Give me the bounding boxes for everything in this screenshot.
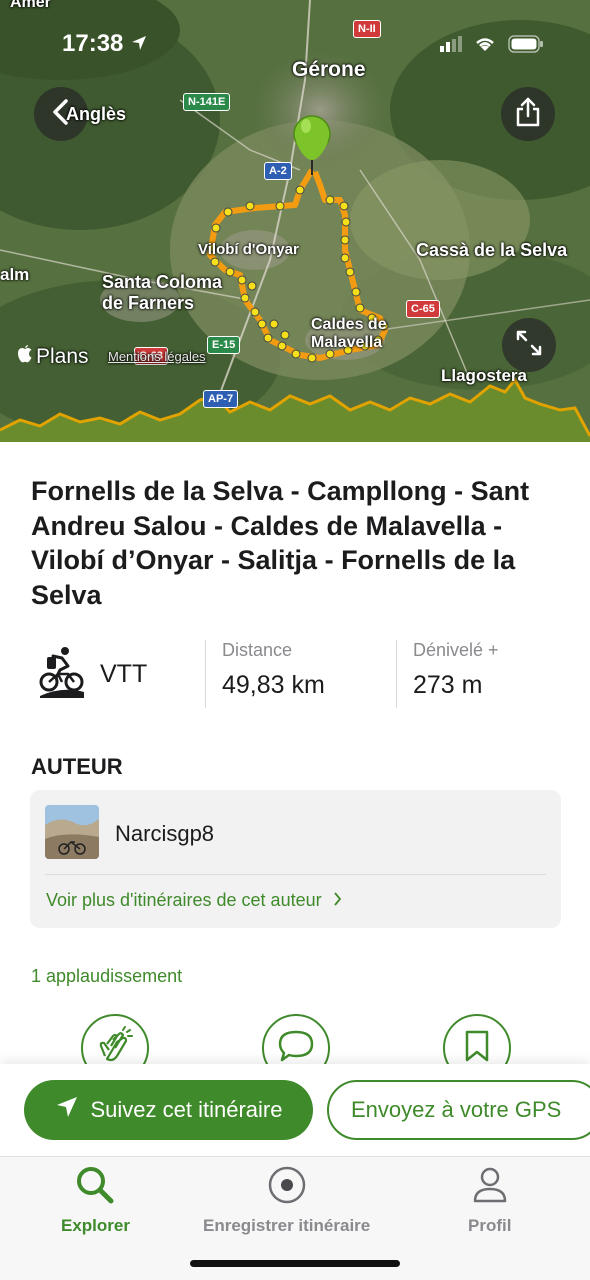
road-sign: N-141E (183, 93, 231, 111)
distance-label: Distance (222, 640, 293, 660)
author-avatar[interactable] (45, 805, 99, 859)
battery-icon (508, 35, 544, 58)
status-time: 17:38 (62, 30, 148, 59)
tab-label: Enregistrer itinéraire (203, 1216, 371, 1235)
place-label: Caldes de (311, 316, 387, 333)
expand-map-button[interactable] (502, 318, 556, 372)
distance-value: 49,83 km (222, 671, 325, 699)
search-icon (75, 1165, 115, 1210)
elevation-stat: Dénivelé + 273 m (413, 640, 499, 700)
record-icon (267, 1165, 307, 1210)
share-icon (515, 97, 541, 132)
author-name[interactable]: Narcisgp8 (115, 821, 214, 847)
more-routes-link[interactable]: Voir plus d'itinéraires de cet auteur (46, 890, 342, 911)
legal-link[interactable]: Mentions légales (108, 349, 206, 364)
expand-icon (514, 328, 544, 363)
place-label: Santa Coloma (102, 272, 223, 292)
cta-bar: Suivez cet itinéraire Envoyez à votre GP… (0, 1064, 590, 1156)
place-label-girona: Gérone (292, 58, 366, 81)
person-icon (470, 1165, 510, 1210)
status-icons (440, 35, 544, 58)
follow-route-button[interactable]: Suivez cet itinéraire (24, 1080, 313, 1140)
activity-type: VTT (38, 646, 147, 703)
activity-label: VTT (100, 660, 148, 688)
road-sign: A-2 (264, 162, 292, 180)
route-map[interactable]: 17:38 Amer Gérone Vilobí d'Onyar Cassà d… (0, 0, 590, 442)
location-arrow-icon (130, 31, 148, 59)
home-indicator (190, 1260, 400, 1267)
elevation-value: 273 m (413, 671, 483, 699)
author-card[interactable]: Narcisgp8 Voir plus d'itinéraires de cet… (30, 790, 561, 928)
bookmark-icon (464, 1030, 490, 1067)
place-label: Cassà de la Selva (416, 240, 568, 260)
place-label: Amer (10, 0, 51, 11)
follow-route-label: Suivez cet itinéraire (90, 1097, 283, 1122)
distance-stat: Distance 49,83 km (222, 640, 325, 700)
tab-explorer[interactable]: Explorer (61, 1165, 130, 1236)
send-to-gps-button[interactable]: Envoyez à votre GPS (327, 1080, 590, 1140)
road-sign: E-15 (207, 336, 241, 354)
applause-count[interactable]: 1 applaudissement (31, 966, 182, 987)
divider (396, 640, 397, 708)
road-sign: N-II (353, 20, 381, 38)
send-to-gps-label: Envoyez à votre GPS (351, 1097, 562, 1122)
divider (205, 640, 206, 708)
mountain-bike-icon (38, 646, 86, 703)
place-label: alm (0, 265, 30, 284)
wifi-icon (474, 36, 496, 57)
divider (45, 874, 546, 875)
route-stats: VTT Distance 49,83 km Dénivelé + 273 m (0, 638, 590, 710)
place-label: de Farners (102, 293, 195, 313)
road-sign: AP-7 (203, 390, 239, 408)
tab-record-route[interactable]: Enregistrer itinéraire (203, 1165, 370, 1236)
place-label: Malavella (311, 334, 383, 351)
signal-icon (440, 36, 462, 57)
map-attribution: Plans (16, 344, 89, 369)
tab-label: Explorer (61, 1216, 130, 1235)
place-label: Llagostera (441, 366, 527, 385)
route-title: Fornells de la Selva - Campllong - Sant … (31, 476, 530, 610)
apple-logo-icon (16, 344, 34, 369)
navigation-arrow-icon (55, 1095, 79, 1125)
back-label[interactable]: Anglès (66, 104, 126, 125)
tab-profile[interactable]: Profil (468, 1165, 511, 1236)
share-button[interactable] (501, 87, 555, 141)
chevron-right-icon (333, 890, 342, 910)
place-label: Vilobí d'Onyar (198, 241, 299, 258)
tab-label: Profil (468, 1216, 512, 1235)
author-section-title: AUTEUR (31, 754, 123, 779)
elevation-label: Dénivelé + (413, 640, 499, 660)
road-sign: C-65 (406, 300, 440, 318)
comment-icon (277, 1029, 315, 1068)
